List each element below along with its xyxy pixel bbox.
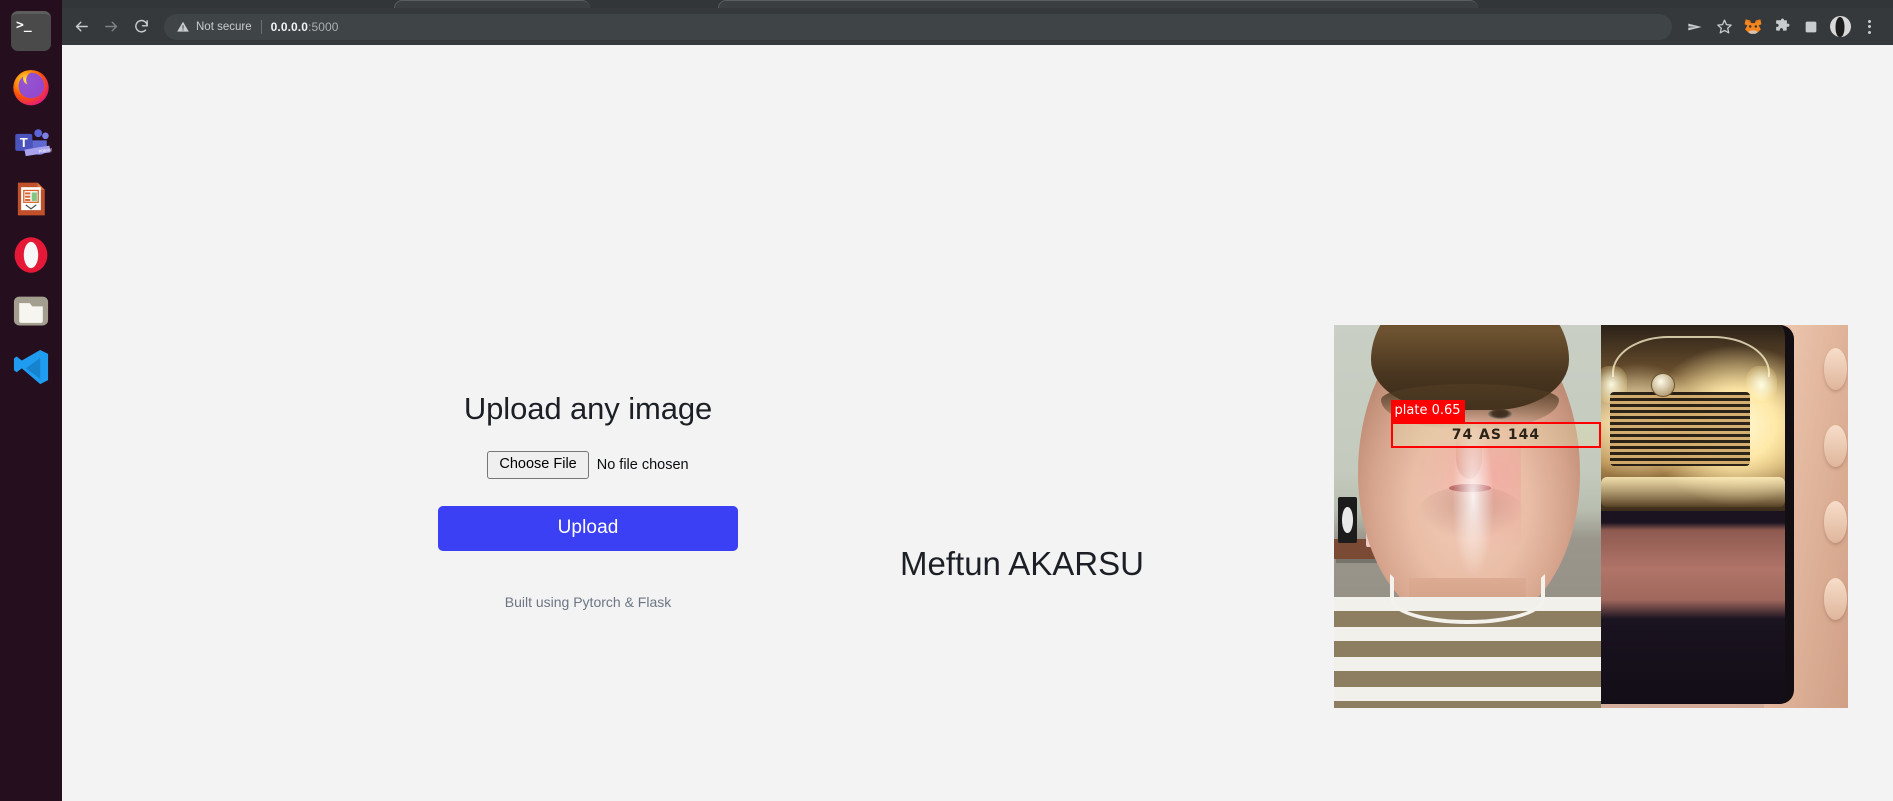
security-label: Not secure	[196, 20, 252, 33]
opera-icon	[14, 237, 48, 273]
terminal-icon: >_	[11, 11, 51, 51]
photo-phone	[1601, 325, 1794, 705]
avatar-image	[1829, 16, 1851, 37]
reload-icon	[134, 19, 148, 33]
photo-room-background	[1334, 325, 1602, 708]
photo-finger	[1823, 347, 1848, 391]
chrome-menu-icon[interactable]	[1855, 13, 1883, 41]
page-title: Upload any image	[463, 391, 713, 426]
photo-canvas: plate 0.65 74 AS 144	[1334, 325, 1848, 708]
dock-item-libreoffice-impress[interactable]	[8, 176, 54, 222]
photo-finger	[1823, 577, 1848, 620]
upload-button[interactable]: Upload	[438, 505, 738, 551]
photo-finger	[1823, 501, 1848, 544]
reload-button[interactable]	[126, 12, 156, 42]
metamask-extension-icon[interactable]	[1739, 13, 1767, 41]
dock-item-files[interactable]	[8, 288, 54, 334]
dock-item-firefox[interactable]	[8, 64, 54, 110]
tab-strip	[62, 0, 1893, 8]
photo-car-bumper	[1601, 477, 1785, 508]
dock-item-opera[interactable]	[8, 232, 54, 278]
photo-phone-screen-lower	[1601, 510, 1785, 705]
libreoffice-impress-icon	[17, 182, 45, 216]
firefox-icon	[13, 69, 49, 106]
visual-studio-code-icon	[13, 349, 49, 385]
extensions-puzzle-icon[interactable]	[1768, 13, 1796, 41]
license-plate-text: 74 AS 144	[1451, 426, 1541, 443]
author-name: Meftun AKARSU	[900, 545, 1144, 582]
detection-result-image: plate 0.65 74 AS 144	[1334, 325, 1848, 708]
three-dot-menu-icon	[1867, 19, 1871, 34]
dock-item-vscode[interactable]	[8, 344, 54, 390]
metamask-fox-icon	[1744, 19, 1762, 34]
svg-text:T: T	[20, 135, 28, 150]
microsoft-teams-icon: T PREVIEW	[15, 129, 52, 157]
warning-triangle-icon	[177, 21, 189, 32]
share-icon[interactable]	[1681, 13, 1709, 41]
forward-button[interactable]	[96, 12, 126, 42]
detection-bounding-box: 74 AS 144	[1390, 421, 1602, 448]
screen: >_ T PREVIEW Not secure 0.0.0.0:5000 Upl…	[0, 0, 1893, 801]
photo-car-roof	[1612, 336, 1771, 377]
photo-right-half	[1601, 325, 1848, 708]
files-folder-icon	[13, 296, 49, 326]
omnibox-separator	[260, 19, 262, 34]
browser-tab-active[interactable]	[718, 0, 1478, 8]
url-port: :5000	[308, 19, 339, 34]
side-panel-icon[interactable]	[1797, 13, 1825, 41]
dock-item-terminal[interactable]: >_	[8, 8, 54, 54]
bookmark-star-icon[interactable]	[1710, 13, 1738, 41]
send-arrow-icon	[1688, 23, 1702, 30]
puzzle-piece-icon	[1775, 18, 1789, 31]
arrow-right-icon	[104, 21, 117, 32]
url-text: 0.0.0.0:5000	[271, 20, 339, 34]
browser-window: Not secure 0.0.0.0:5000 Upload any image…	[62, 0, 1893, 801]
photo-car-grille	[1610, 391, 1750, 467]
photo-picture-frame	[1338, 497, 1357, 544]
web-page-content: Upload any image Choose File No file cho…	[62, 45, 1893, 801]
upload-panel: Upload any image Choose File No file cho…	[368, 390, 808, 610]
star-icon	[1716, 19, 1732, 34]
photo-car-headlight-right	[1746, 365, 1778, 404]
square-panel-icon	[1805, 21, 1817, 32]
back-button[interactable]	[66, 12, 96, 42]
choose-file-button[interactable]: Choose File	[487, 451, 589, 479]
file-input-row[interactable]: Choose File No file chosen	[368, 451, 808, 479]
address-bar[interactable]: Not secure 0.0.0.0:5000	[164, 13, 1672, 40]
browser-toolbar: Not secure 0.0.0.0:5000	[62, 8, 1893, 45]
footer-credit: Built using Pytorch & Flask	[504, 593, 672, 610]
ubuntu-dock: >_ T PREVIEW	[0, 0, 62, 801]
profile-avatar[interactable]	[1826, 13, 1854, 41]
file-name-label: No file chosen	[596, 456, 689, 473]
url-host: 0.0.0.0	[270, 19, 309, 34]
browser-tab[interactable]	[394, 0, 590, 8]
dock-item-teams[interactable]: T PREVIEW	[8, 120, 54, 166]
photo-finger	[1823, 424, 1848, 467]
photo-phone-screen-car	[1601, 325, 1785, 511]
arrow-left-icon	[75, 21, 88, 32]
not-secure-indicator[interactable]: Not secure	[176, 20, 252, 34]
photo-hair	[1371, 325, 1569, 429]
photo-shirt-collar	[1390, 573, 1546, 624]
detection-label: plate 0.65	[1390, 399, 1465, 424]
photo-car-emblem	[1650, 373, 1675, 398]
